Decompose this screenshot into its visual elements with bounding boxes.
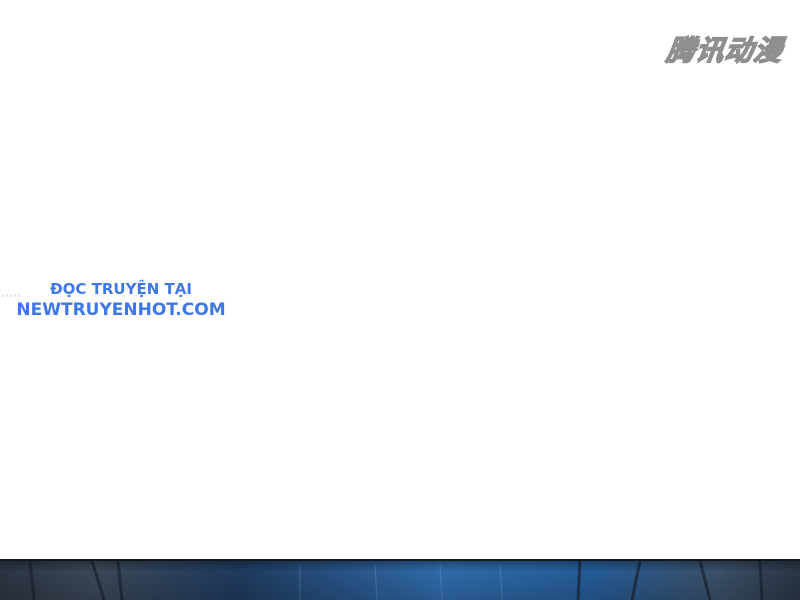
comic-page: 腾讯动漫 ĐỌC TRUYỆN TẠI NEWTRUYENHOT.COM: [0, 0, 800, 600]
publisher-logo: 腾讯动漫: [662, 30, 788, 68]
site-watermark: ĐỌC TRUYỆN TẠI NEWTRUYENHOT.COM: [14, 279, 228, 321]
next-panel-edge: [0, 559, 800, 600]
next-panel-artwork: [0, 559, 800, 600]
watermark-line-2: NEWTRUYENHOT.COM: [16, 300, 226, 320]
publisher-logo-text: 腾讯动漫: [664, 33, 786, 67]
watermark-line-1: ĐỌC TRUYỆN TẠI: [50, 280, 192, 298]
